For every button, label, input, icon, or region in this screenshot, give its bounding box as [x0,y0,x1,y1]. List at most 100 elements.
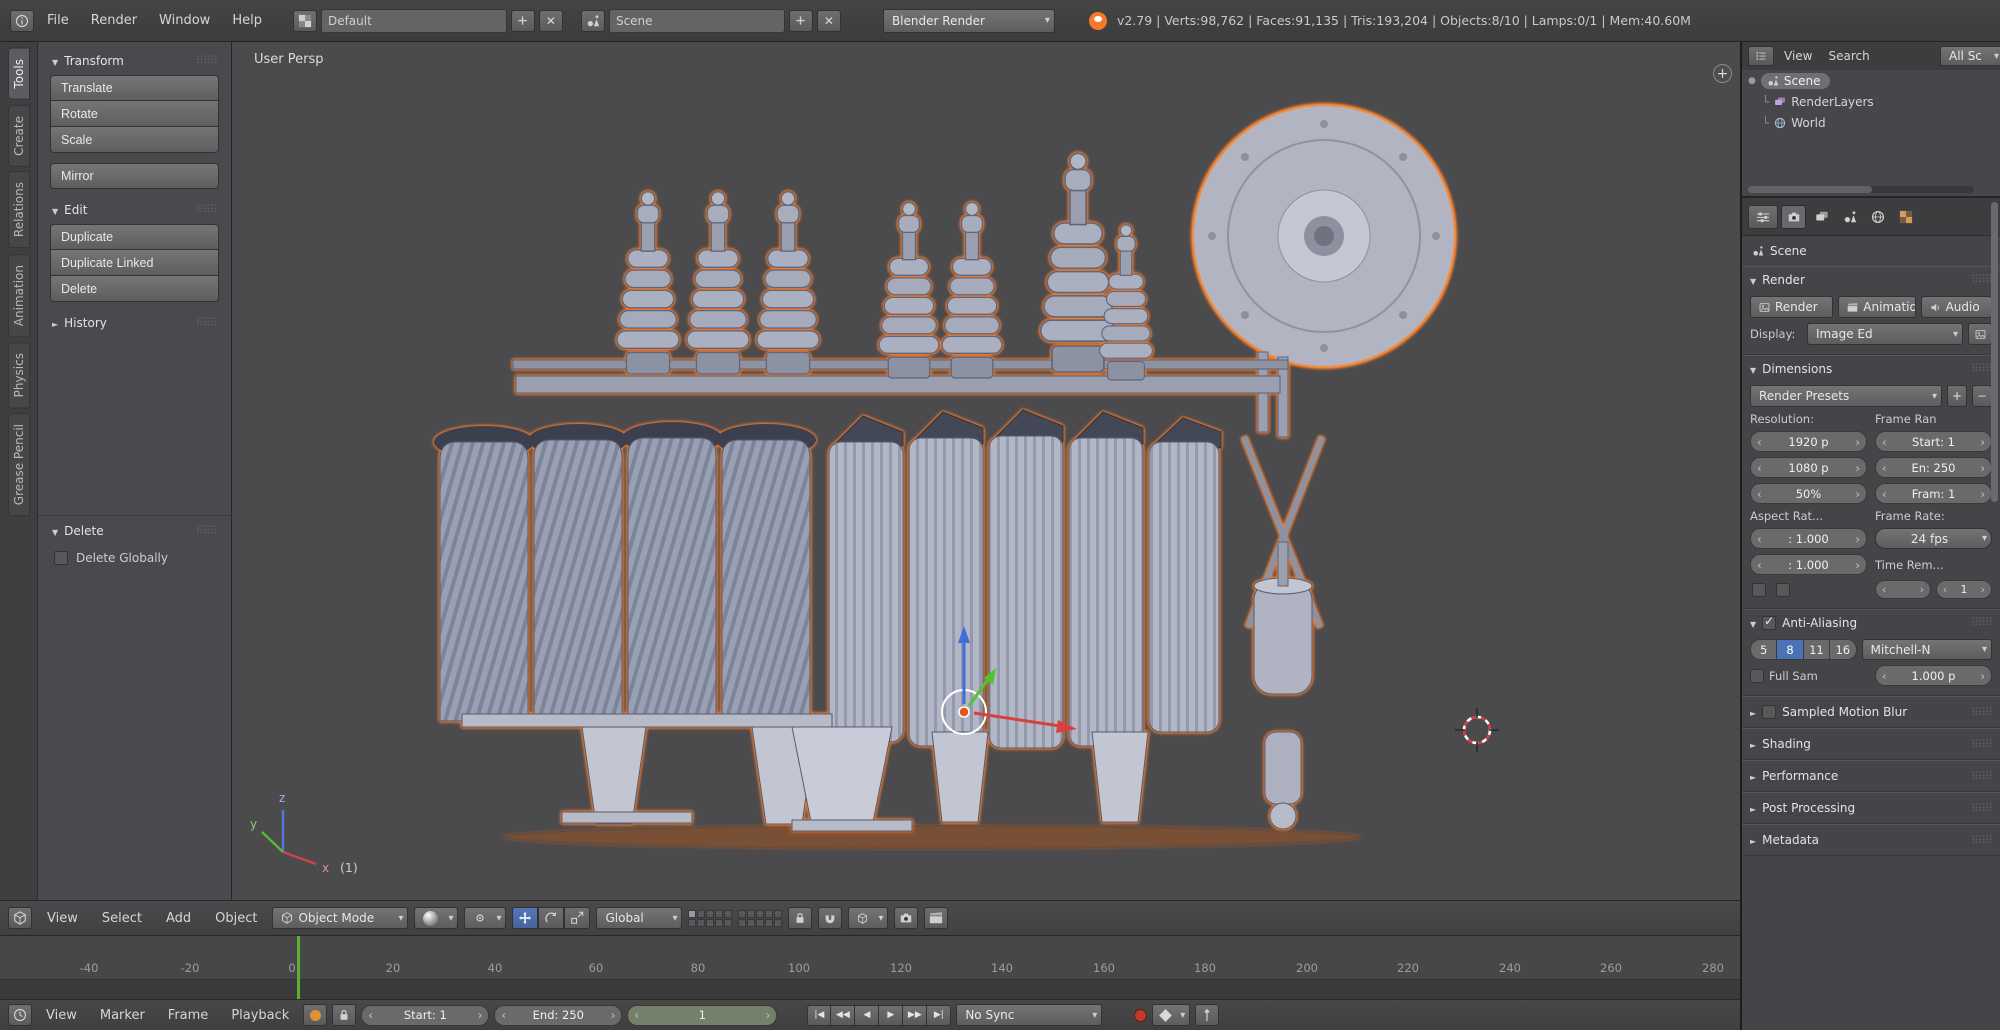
frame-start-stepper[interactable]: Start: 1 [361,1004,490,1026]
viewport-menu-object[interactable]: Object [206,907,266,930]
timeline-menu-view[interactable]: View [37,1004,86,1027]
av-sync-dropdown[interactable]: No Sync [956,1004,1103,1026]
scale-button[interactable]: Scale [50,127,219,153]
post-processing-panel-header[interactable]: Post Processing [1742,793,2000,823]
next-keyframe-button[interactable]: ▶▶ [903,1004,928,1026]
viewport-editor-type-button[interactable] [8,907,32,929]
viewport-menu-view[interactable]: View [38,907,87,930]
aa-filter-dropdown[interactable]: Mitchell-N [1861,639,1992,660]
outliner-horizontal-scrollbar[interactable] [1748,186,1974,193]
tab-tools[interactable]: Tools [7,48,30,100]
display-dropdown[interactable]: Image Ed [1807,323,1963,345]
scene-add-button[interactable] [788,9,813,32]
tab-physics[interactable]: Physics [7,341,30,409]
time-remap-new-stepper[interactable]: 1 [1936,580,1992,599]
preset-add-button[interactable] [1947,385,1967,407]
motion-blur-checkbox[interactable] [1762,705,1777,719]
aspect-x-stepper[interactable]: : 1.000 [1750,528,1867,549]
crop-checkbox[interactable] [1776,582,1790,597]
panel-grip-icon[interactable] [1971,770,1992,783]
outliner-menu-view[interactable]: View [1778,47,1818,65]
render-engine-dropdown[interactable]: Blender Render [882,8,1055,33]
scene-browse-icon[interactable] [580,9,605,32]
panel-grip-icon[interactable] [1971,362,1992,375]
frame-end-field[interactable]: En: 250 [1875,457,1992,478]
menu-window[interactable]: Window [150,9,219,32]
duplicate-linked-button[interactable]: Duplicate Linked [50,250,219,276]
tab-texture[interactable] [1893,205,1918,229]
preset-remove-button[interactable]: − [1972,385,1992,407]
delete-button[interactable]: Delete [50,276,219,302]
tab-render-layers[interactable] [1809,205,1834,229]
pivot-point-dropdown[interactable] [464,907,507,929]
panel-grip-icon[interactable] [196,524,217,537]
outliner-menu-search[interactable]: Search [1822,47,1875,65]
viewport-menu-select[interactable]: Select [93,907,151,930]
tab-relations[interactable]: Relations [7,171,30,249]
render-panel-header[interactable]: Render [1742,267,2000,292]
rotate-button[interactable]: Rotate [50,101,219,127]
panel-grip-icon[interactable] [196,54,217,67]
transform-orientation-dropdown[interactable]: Global [596,907,683,929]
viewport-menu-add[interactable]: Add [157,907,200,930]
tab-grease-pencil[interactable]: Grease Pencil [7,413,30,517]
panel-grip-icon[interactable] [1971,834,1992,847]
opengl-render-image-button[interactable] [894,907,919,929]
disclosure-dot-icon[interactable]: ● [1748,76,1756,86]
info-editor-type-button[interactable] [10,9,34,32]
timeline-track[interactable] [0,979,1740,999]
timeline-menu-playback[interactable]: Playback [222,1004,298,1027]
render-presets-dropdown[interactable]: Render Presets [1750,385,1942,407]
aa-samples-5[interactable]: 5 [1751,640,1777,659]
outliner-row-scene[interactable]: ● Scene [1742,70,2000,91]
filter-size-stepper[interactable]: 1.000 p [1875,665,1992,686]
display-lock-button[interactable] [1968,323,1992,345]
panel-grip-icon[interactable] [1971,273,1992,286]
play-reverse-button[interactable]: ◀ [855,1004,880,1026]
frame-end-stepper[interactable]: End: 250 [494,1004,623,1026]
resolution-x-stepper[interactable]: 1920 p [1750,431,1867,452]
frame-rate-dropdown[interactable]: 24 fps [1875,528,1992,549]
frame-start-field[interactable]: Start: 1 [1875,431,1992,452]
metadata-panel-header[interactable]: Metadata [1742,825,2000,855]
sampled-motion-blur-header[interactable]: Sampled Motion Blur [1742,697,2000,727]
antialiasing-panel-header[interactable]: Anti-Aliasing [1742,610,2000,635]
render-image-button[interactable]: Render [1750,296,1834,318]
current-frame-playhead[interactable] [297,936,300,999]
scene-field[interactable]: Scene [608,8,785,33]
tab-animation[interactable]: Animation [7,253,30,337]
render-animation-button[interactable]: Animation [1838,296,1916,318]
jump-to-end-button[interactable]: ▶| [927,1004,952,1026]
performance-panel-header[interactable]: Performance [1742,761,2000,791]
previous-keyframe-button[interactable]: ◀◀ [831,1004,856,1026]
lock-frame-button[interactable] [332,1004,357,1026]
mirror-button[interactable]: Mirror [50,163,219,189]
snap-magnet-button[interactable] [818,907,843,929]
delete-globally-checkbox[interactable] [54,551,68,565]
panel-grip-icon[interactable] [1971,706,1992,719]
border-checkbox[interactable] [1752,582,1766,597]
screen-layout-browse-icon[interactable] [292,9,317,32]
properties-scrollbar[interactable] [1991,202,1998,502]
timeline-ruler[interactable]: -40 -20 0 20 40 60 80 100 120 140 160 18… [0,936,1740,1000]
screen-layout-add-button[interactable] [510,9,535,32]
menu-file[interactable]: File [38,9,78,32]
aa-samples-8[interactable]: 8 [1776,640,1803,659]
insert-keyframe-button[interactable] [1195,1004,1220,1026]
aa-samples-11[interactable]: 11 [1802,640,1830,659]
dimensions-panel-header[interactable]: Dimensions [1742,356,2000,381]
viewport-shading-dropdown[interactable] [414,907,459,929]
properties-editor-type-button[interactable] [1748,204,1778,229]
panel-grip-icon[interactable] [196,203,217,216]
outliner-row-world[interactable]: └ World [1742,112,2000,133]
3d-viewport[interactable]: z y x User Persp (1) + [232,42,1740,900]
region-expand-icon[interactable]: + [1713,64,1732,83]
panel-grip-icon[interactable] [1971,802,1992,815]
auto-keyframe-record-button[interactable] [1134,1008,1148,1022]
layer-grid-right[interactable] [738,909,783,927]
opengl-render-animation-button[interactable] [924,907,949,929]
render-audio-button[interactable]: Audio [1920,296,1992,318]
lock-to-scene-button[interactable] [788,907,813,929]
outliner-filter-dropdown[interactable]: All Sc [1940,46,2000,66]
mode-dropdown[interactable]: Object Mode [272,907,409,929]
